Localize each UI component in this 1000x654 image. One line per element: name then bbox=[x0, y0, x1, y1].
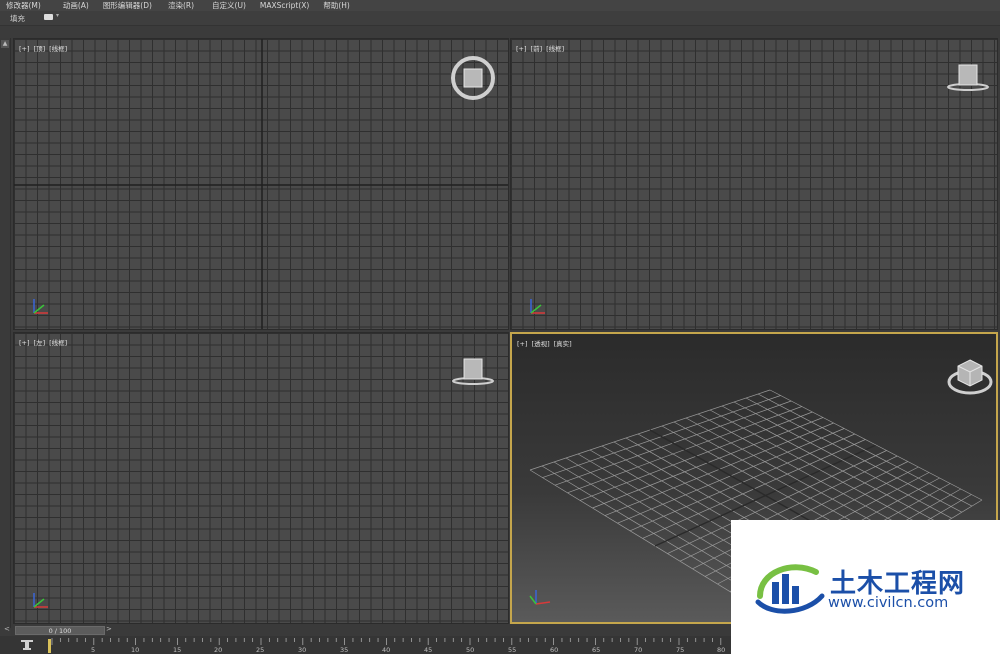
axis-tripod-icon bbox=[529, 590, 551, 605]
scroll-up-icon[interactable]: ▲ bbox=[1, 40, 9, 48]
viewcube-icon[interactable] bbox=[450, 355, 496, 387]
viewcube-icon[interactable] bbox=[450, 55, 496, 101]
civilcn-logo bbox=[755, 564, 825, 614]
viewport-left[interactable]: [+] [左] [线框] bbox=[13, 332, 509, 624]
grid-line bbox=[757, 393, 973, 507]
tick-label: 20 bbox=[214, 646, 223, 654]
viewcube-icon[interactable] bbox=[946, 356, 994, 398]
grid-line bbox=[745, 397, 962, 513]
grid-axes bbox=[14, 39, 508, 329]
filter-icon[interactable] bbox=[20, 639, 34, 651]
menu-help[interactable]: 帮助(H) bbox=[315, 0, 356, 11]
menu-rendering[interactable]: 渲染(R) bbox=[158, 0, 200, 11]
viewport-label-left[interactable]: [+] [左] [线框] bbox=[19, 337, 71, 347]
time-next-button[interactable]: > bbox=[106, 625, 112, 633]
time-slider[interactable]: 0 / 100 bbox=[15, 626, 105, 635]
tick-label: 30 bbox=[298, 646, 307, 654]
viewport-shading[interactable]: [线框] bbox=[546, 45, 564, 53]
time-marker[interactable] bbox=[48, 639, 51, 653]
menu-modifiers[interactable]: 修改器(M) bbox=[0, 0, 47, 11]
tick-label: 15 bbox=[173, 646, 182, 654]
tick-label: 35 bbox=[340, 646, 349, 654]
viewport-top[interactable]: [+] [顶] [线框] bbox=[13, 38, 509, 330]
viewport-view-name[interactable]: [前] bbox=[531, 45, 543, 53]
axis-tripod-icon bbox=[33, 299, 48, 314]
fill-label[interactable]: 填充 bbox=[10, 13, 25, 24]
tick-label: 55 bbox=[508, 646, 517, 654]
tick-label: 65 bbox=[592, 646, 601, 654]
menu-graph-editors[interactable]: 图形编辑器(D) bbox=[95, 0, 158, 11]
camera-icon[interactable] bbox=[44, 14, 53, 20]
left-strip bbox=[0, 38, 11, 628]
app-window: 修改器(M) 动画(A) 图形编辑器(D) 渲染(R) 自定义(U) MAXSc… bbox=[0, 0, 1000, 654]
menu-bar: 修改器(M) 动画(A) 图形编辑器(D) 渲染(R) 自定义(U) MAXSc… bbox=[0, 0, 1000, 11]
tick-label: 10 bbox=[131, 646, 140, 654]
viewport-plus[interactable]: [+] bbox=[516, 45, 527, 53]
menu-customize[interactable]: 自定义(U) bbox=[200, 0, 252, 11]
tick-label: 40 bbox=[382, 646, 391, 654]
viewport-shading[interactable]: [线框] bbox=[49, 339, 67, 347]
chevron-down-icon[interactable]: ▾ bbox=[56, 12, 59, 19]
tool-row: 填充 ▾ bbox=[0, 11, 1000, 26]
viewport-shading[interactable]: [线框] bbox=[49, 45, 67, 53]
axis-tripod-icon bbox=[33, 593, 48, 608]
axis-tripod-icon bbox=[530, 299, 545, 314]
viewport-plus[interactable]: [+] bbox=[19, 339, 30, 347]
ruler-ticks bbox=[51, 638, 722, 645]
tick-label: 60 bbox=[550, 646, 559, 654]
watermark-url: www.civilcn.com bbox=[828, 595, 949, 611]
menu-maxscript[interactable]: MAXScript(X) bbox=[252, 0, 315, 11]
time-prev-button[interactable]: < bbox=[4, 625, 10, 633]
viewcube-icon[interactable] bbox=[945, 61, 991, 93]
viewport-view-name[interactable]: [左] bbox=[34, 339, 46, 347]
tick-label: 5 bbox=[91, 646, 96, 654]
tick-label: 75 bbox=[676, 646, 685, 654]
tick-label: 70 bbox=[634, 646, 643, 654]
menu-animation[interactable]: 动画(A) bbox=[47, 0, 95, 11]
viewport-label-top[interactable]: [+] [顶] [线框] bbox=[19, 43, 71, 53]
time-slider-track bbox=[11, 624, 731, 636]
viewport-plus[interactable]: [+] bbox=[19, 45, 30, 53]
tick-label: 50 bbox=[466, 646, 475, 654]
tick-label: 25 bbox=[256, 646, 265, 654]
viewport-view-name[interactable]: [顶] bbox=[34, 45, 46, 53]
tick-label: 80 bbox=[717, 646, 726, 654]
tick-label: 45 bbox=[424, 646, 433, 654]
viewport-front[interactable]: [+] [前] [线框] bbox=[510, 38, 998, 330]
grid-line bbox=[769, 389, 983, 501]
viewport-label-front[interactable]: [+] [前] [线框] bbox=[516, 43, 568, 53]
